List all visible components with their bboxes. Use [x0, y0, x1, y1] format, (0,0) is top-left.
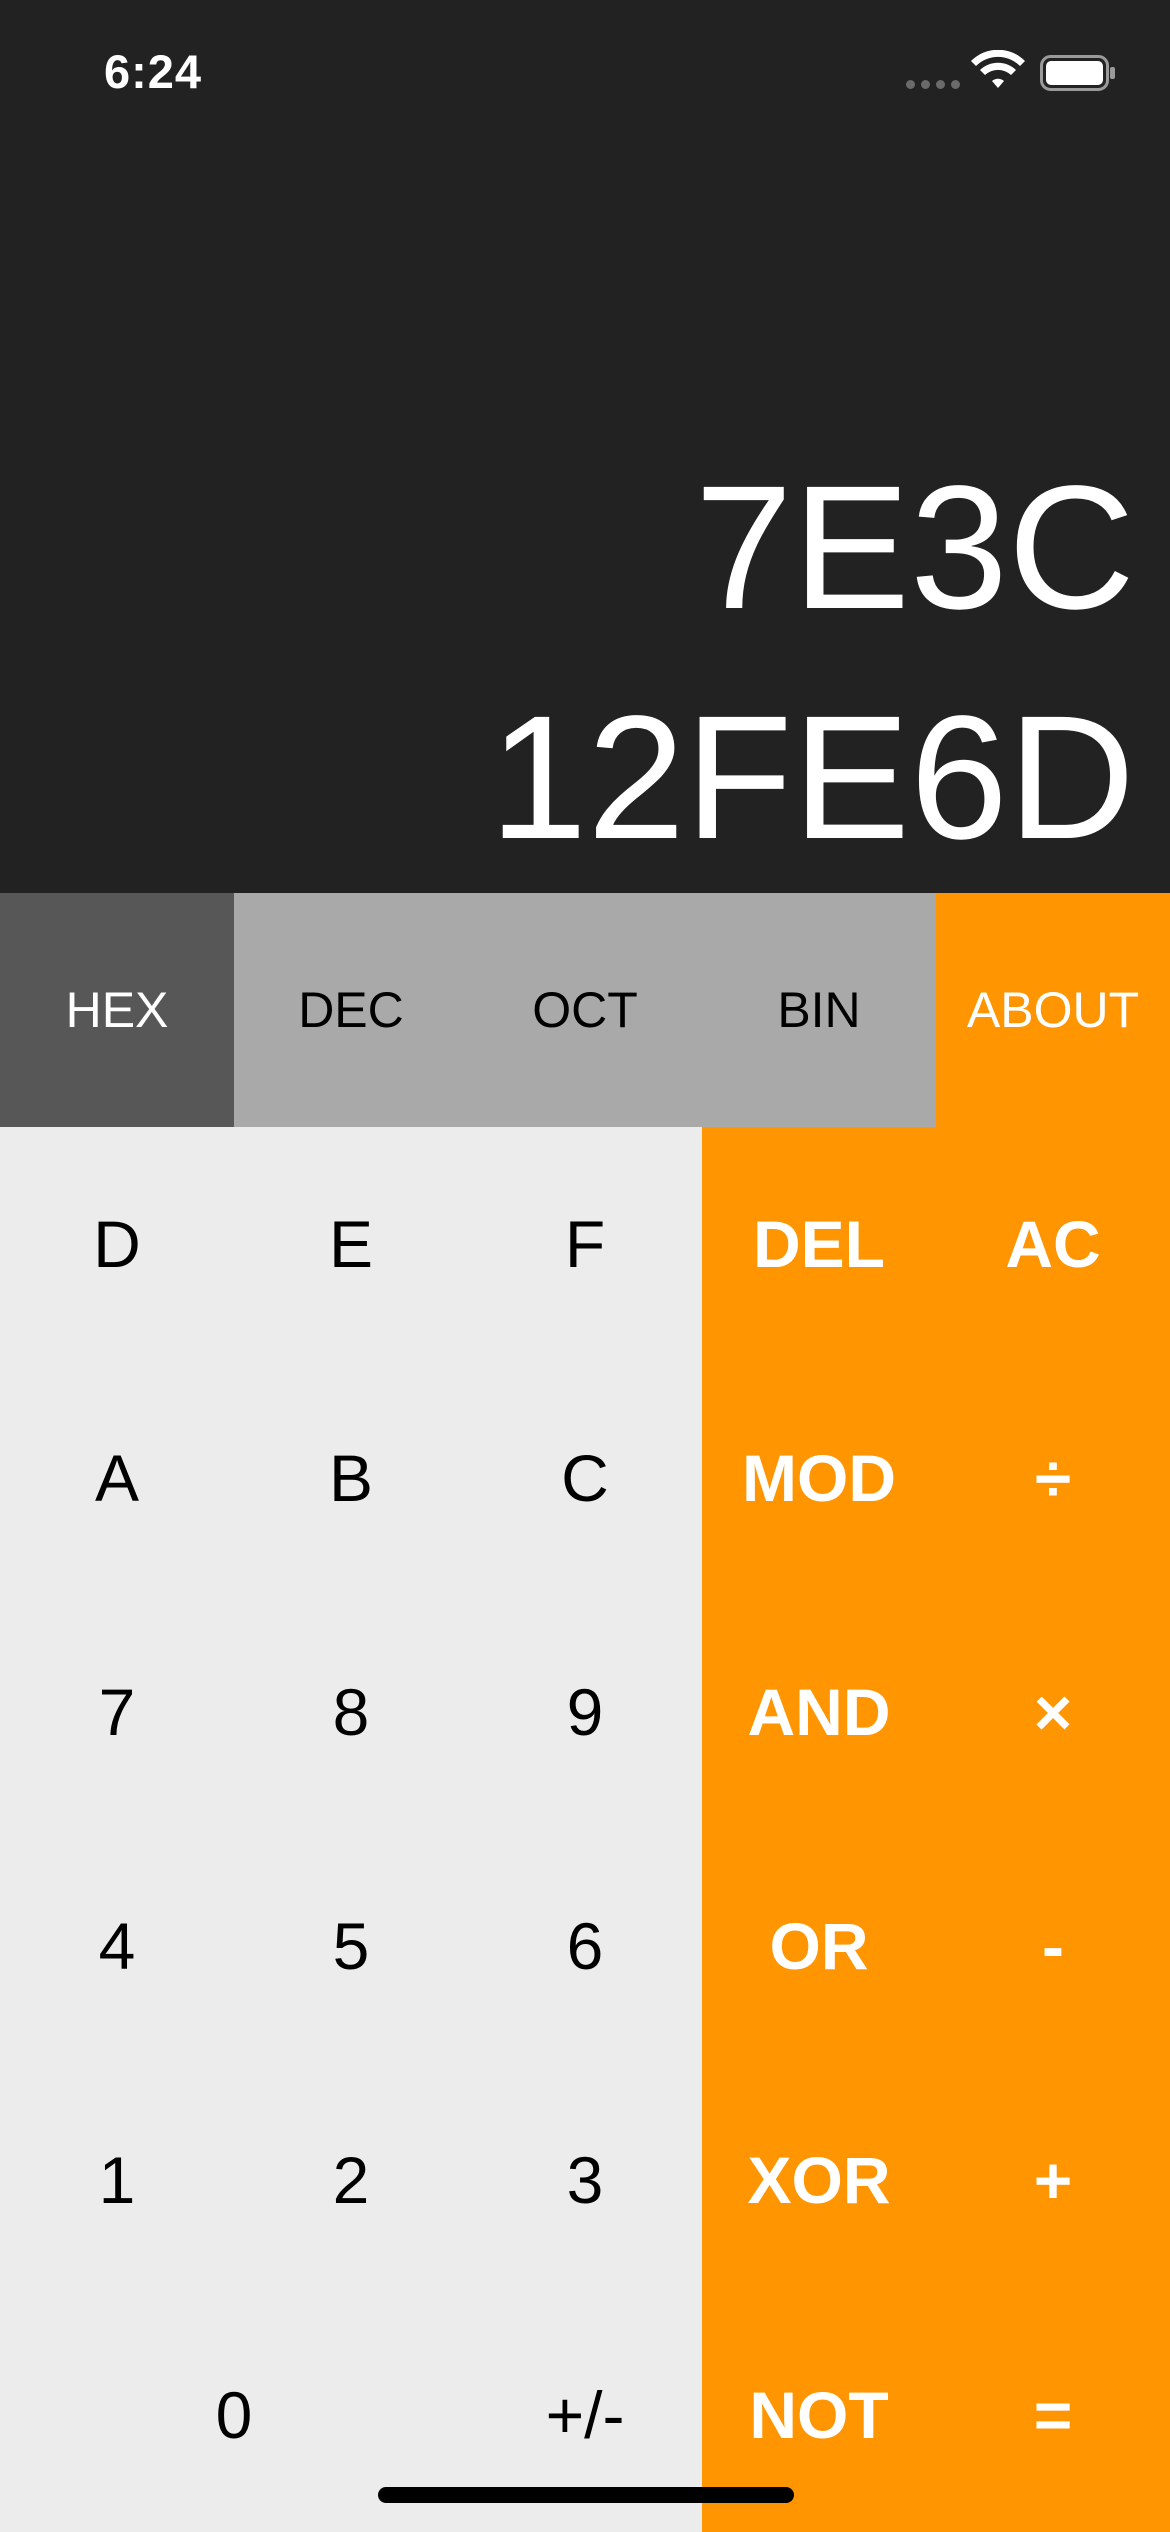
- or-button[interactable]: OR: [702, 1829, 936, 2063]
- all-clear-button[interactable]: AC: [936, 1127, 1170, 1361]
- key-9[interactable]: 9: [468, 1595, 702, 1829]
- keypad: D E F DEL AC A B C MOD ÷ 7 8 9 AND × 4 5…: [0, 1127, 1170, 2532]
- key-d[interactable]: D: [0, 1127, 234, 1361]
- display-previous-value: 7E3C: [694, 450, 1135, 646]
- key-2[interactable]: 2: [234, 2063, 468, 2297]
- add-button[interactable]: +: [936, 2063, 1170, 2297]
- mod-button[interactable]: MOD: [702, 1361, 936, 1595]
- delete-button[interactable]: DEL: [702, 1127, 936, 1361]
- status-bar: 6:24: [0, 0, 1170, 150]
- key-b[interactable]: B: [234, 1361, 468, 1595]
- key-5[interactable]: 5: [234, 1829, 468, 2063]
- base-hex-button[interactable]: HEX: [0, 893, 234, 1127]
- wifi-icon: [971, 50, 1025, 88]
- key-6[interactable]: 6: [468, 1829, 702, 2063]
- divide-button[interactable]: ÷: [936, 1361, 1170, 1595]
- base-dec-button[interactable]: DEC: [234, 893, 468, 1127]
- calculator-display: 7E3C 12FE6D: [0, 150, 1170, 893]
- key-c[interactable]: C: [468, 1361, 702, 1595]
- battery-icon: [1040, 55, 1115, 91]
- key-7[interactable]: 7: [0, 1595, 234, 1829]
- display-current-value: 12FE6D: [489, 680, 1135, 876]
- status-time: 6:24: [104, 45, 203, 98]
- key-8[interactable]: 8: [234, 1595, 468, 1829]
- base-bin-button[interactable]: BIN: [702, 893, 936, 1127]
- calculator-screen: 6:24 7E3C 12FE6D HEX DEC OCT BIN ABOUT D…: [0, 0, 1170, 2532]
- signal-dots-icon: [906, 80, 960, 89]
- base-selector: HEX DEC OCT BIN ABOUT: [0, 893, 1170, 1127]
- key-4[interactable]: 4: [0, 1829, 234, 2063]
- equals-button[interactable]: =: [936, 2297, 1170, 2532]
- xor-button[interactable]: XOR: [702, 2063, 936, 2297]
- about-button[interactable]: ABOUT: [936, 893, 1170, 1127]
- and-button[interactable]: AND: [702, 1595, 936, 1829]
- key-f[interactable]: F: [468, 1127, 702, 1361]
- subtract-button[interactable]: -: [936, 1829, 1170, 2063]
- key-1[interactable]: 1: [0, 2063, 234, 2297]
- multiply-button[interactable]: ×: [936, 1595, 1170, 1829]
- home-indicator[interactable]: [378, 2487, 794, 2503]
- key-3[interactable]: 3: [468, 2063, 702, 2297]
- key-a[interactable]: A: [0, 1361, 234, 1595]
- key-e[interactable]: E: [234, 1127, 468, 1361]
- base-oct-button[interactable]: OCT: [468, 893, 702, 1127]
